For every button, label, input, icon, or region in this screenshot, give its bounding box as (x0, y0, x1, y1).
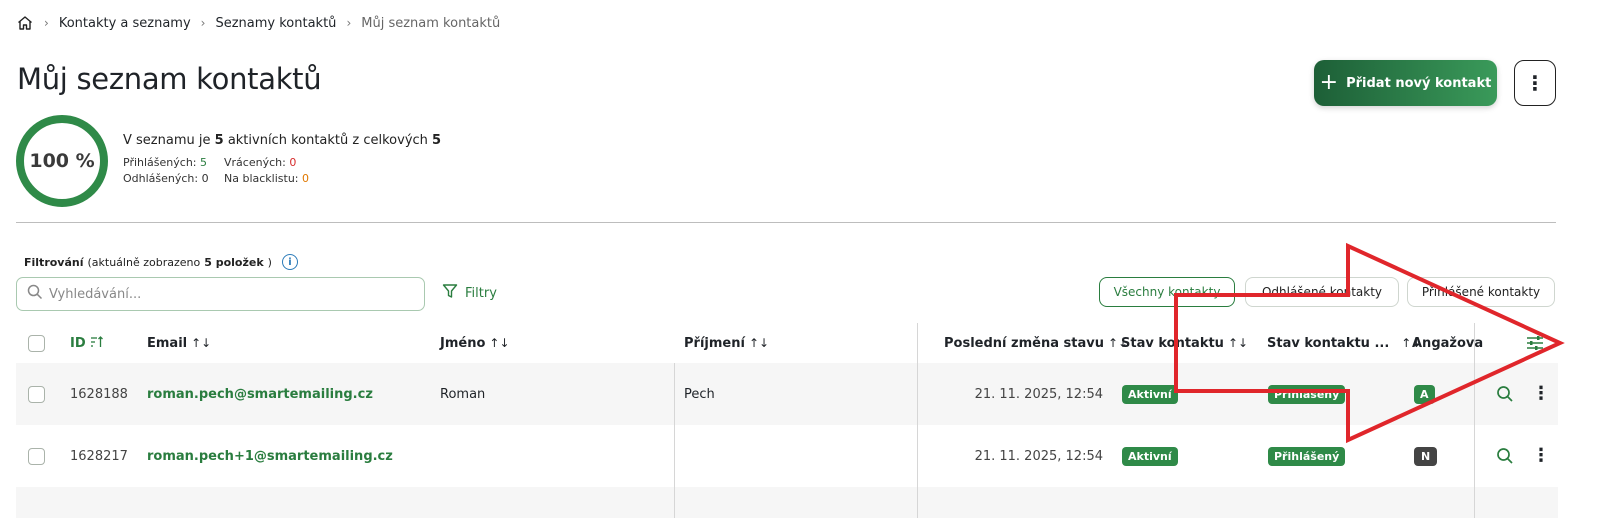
col-header-id[interactable]: ID (70, 323, 104, 363)
plus-icon: + (1319, 70, 1339, 95)
gauge-value: 100 % (29, 150, 95, 172)
row-checkbox[interactable] (28, 385, 45, 403)
stat-blacklist: Na blacklistu: 0 (224, 172, 309, 185)
col-header-status-2[interactable]: Stav kontaktu ... ↑↓ (1267, 323, 1421, 363)
subscription-badge: Přihlášený (1268, 384, 1346, 404)
cell-email[interactable]: roman.pech@smartemailing.cz (147, 363, 373, 425)
chevron-right-icon: › (200, 16, 206, 30)
segment-unsubscribed[interactable]: Odhlášené kontakty (1245, 277, 1399, 307)
col-header-name[interactable]: Jméno ↑↓ (440, 323, 510, 363)
summary-line: V seznamu je 5 aktivních kontaktů z celk… (123, 133, 441, 148)
row-menu-icon[interactable]: ⋮ (1532, 363, 1550, 425)
row-search-icon[interactable] (1496, 425, 1514, 487)
breadcrumb-item-lists[interactable]: Seznamy kontaktů (215, 16, 336, 31)
summary-middle: aktivních kontaktů z celkových (227, 133, 428, 148)
info-icon[interactable]: i (281, 254, 298, 270)
table-row[interactable]: 1628217 roman.pech+1@smartemailing.cz 21… (16, 425, 1558, 487)
filter-shown-prefix: (aktuálně zobrazeno (87, 255, 201, 269)
cell-id: 1628188 (70, 386, 128, 402)
filter-label: Filtrování (aktuálně zobrazeno 5 položek… (24, 254, 298, 270)
subscription-badge: Přihlášený (1268, 446, 1346, 466)
search-icon (27, 284, 43, 304)
column-divider (1474, 425, 1475, 487)
cell-name: Roman (440, 386, 486, 402)
sort-icon: ↑↓ (489, 336, 510, 350)
column-divider (674, 487, 675, 518)
add-contact-button[interactable]: + Přidat nový kontakt (1314, 60, 1497, 106)
add-contact-label: Přidat nový kontakt (1346, 75, 1492, 91)
filter-funnel-icon (442, 283, 458, 303)
filter-title: Filtrování (24, 255, 84, 269)
sort-icon: ↑↓ (191, 336, 212, 350)
segment-subscribed[interactable]: Přihlášené kontakty (1407, 277, 1555, 307)
status-badge: Aktivní (1122, 384, 1178, 404)
filters-button[interactable]: Filtry (442, 283, 497, 303)
more-options-button[interactable]: ⋮ (1514, 60, 1556, 106)
cell-surname: Pech (684, 386, 715, 402)
row-menu-icon[interactable]: ⋮ (1532, 425, 1550, 487)
filters-label: Filtry (465, 285, 497, 301)
chevron-right-icon: › (44, 16, 49, 30)
row-search-icon[interactable] (1496, 363, 1514, 425)
search-input[interactable] (49, 286, 409, 302)
col-header-status[interactable]: Stav kontaktu ↑↓ (1121, 323, 1248, 363)
page-title: Můj seznam kontaktů (17, 62, 322, 96)
column-divider (917, 425, 918, 487)
column-divider (1474, 363, 1475, 425)
contacts-table: ID Email ↑↓ Jméno ↑↓ Příjmení ↑↓ Poslední z… (16, 323, 1558, 518)
stats-grid: Přihlášených: 5 Vrácených: 0 Odhlášených… (123, 156, 309, 185)
column-divider (1474, 487, 1475, 518)
home-icon[interactable] (16, 14, 34, 32)
col-header-surname[interactable]: Příjmení ↑↓ (684, 323, 769, 363)
cell-id: 1628217 (70, 448, 128, 464)
select-all-checkbox-cell (28, 323, 45, 363)
status-badge: Aktivní (1122, 446, 1178, 466)
column-divider (917, 323, 918, 363)
column-divider (917, 363, 918, 425)
select-all-checkbox[interactable] (28, 334, 45, 352)
table-row[interactable] (16, 487, 1558, 518)
table-header: ID Email ↑↓ Jméno ↑↓ Příjmení ↑↓ Poslední z… (16, 323, 1558, 363)
engagement-badge: N (1414, 446, 1438, 466)
engagement-badge: A (1414, 384, 1435, 404)
kebab-menu-icon: ⋮ (1525, 71, 1545, 95)
sort-desc-icon (90, 335, 104, 351)
stat-subscribed: Přihlášených: 5 (123, 156, 207, 169)
column-divider (917, 487, 918, 518)
row-checkbox[interactable] (28, 447, 45, 465)
divider (16, 222, 1556, 223)
sort-icon: ↑↓ (1227, 336, 1249, 350)
breadcrumb-item-current: Můj seznam kontaktů (361, 15, 501, 31)
summary-prefix: V seznamu je (123, 133, 211, 148)
column-divider (1474, 323, 1475, 363)
stat-unsubscribed: Odhlášených: 0 (123, 172, 209, 185)
table-row[interactable]: 1628188 roman.pech@smartemailing.cz Roma… (16, 363, 1558, 425)
filter-shown-count: 5 položek (204, 255, 264, 269)
sort-icon: ↑↓ (748, 336, 770, 350)
cell-email[interactable]: roman.pech+1@smartemailing.cz (147, 425, 393, 487)
column-settings-icon[interactable] (1526, 323, 1544, 363)
segment-all-contacts[interactable]: Všechny kontakty (1099, 277, 1235, 307)
active-count: 5 (214, 133, 224, 148)
breadcrumb: › Kontakty a seznamy › Seznamy kontaktů … (16, 12, 500, 34)
col-header-last-change[interactable]: Poslední změna stavu ↑↓ (944, 323, 1128, 363)
column-divider (674, 363, 675, 425)
cell-last-change: 21. 11. 2025, 12:54 (974, 448, 1103, 464)
search-field[interactable] (16, 277, 425, 311)
cell-last-change: 21. 11. 2025, 12:54 (974, 386, 1103, 402)
column-divider (674, 425, 675, 487)
chevron-right-icon: › (346, 16, 352, 30)
total-count: 5 (432, 133, 442, 148)
stat-bounced: Vrácených: 0 (224, 156, 297, 169)
col-header-email[interactable]: Email ↑↓ (147, 323, 211, 363)
active-percent-gauge: 100 % (16, 115, 108, 207)
breadcrumb-item-contacts[interactable]: Kontakty a seznamy (59, 16, 191, 31)
